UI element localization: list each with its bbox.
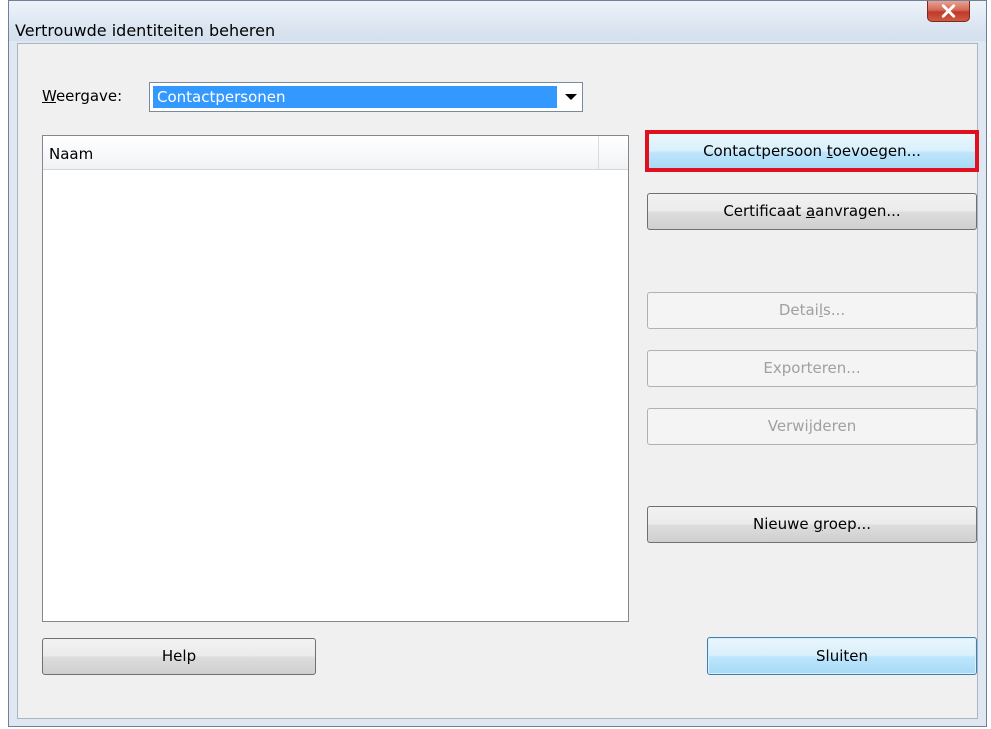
column-header-naam[interactable]: Naam: [49, 145, 93, 163]
dialog-body: Weergave: Contactpersonen Naam Contactpe…: [17, 43, 979, 719]
details-label-pre: Detai: [778, 301, 819, 319]
request-certificate-label-mnemonic: a: [805, 202, 816, 220]
request-certificate-label-pre: Certificaat: [723, 202, 806, 220]
dialog-window: Vertrouwde identiteiten beheren Weergave…: [8, 0, 987, 727]
new-group-label-pre: Nieuwe: [753, 515, 814, 533]
close-button[interactable]: Sluiten: [707, 637, 977, 675]
new-group-label-post: roep...: [822, 515, 871, 533]
export-label: Exporteren...: [763, 359, 861, 377]
view-select-value: Contactpersonen: [153, 86, 557, 108]
column-divider[interactable]: [598, 136, 599, 169]
window-title: Vertrouwde identiteiten beheren: [15, 21, 276, 40]
close-window-button[interactable]: [927, 1, 970, 22]
title-bar[interactable]: Vertrouwde identiteiten beheren: [9, 1, 986, 41]
view-dropdown-button[interactable]: [560, 83, 582, 111]
request-certificate-button[interactable]: Certificaat aanvragen...: [647, 193, 977, 230]
close-label: Sluiten: [816, 647, 868, 665]
new-group-label-mnemonic: g: [813, 515, 823, 533]
chevron-down-icon: [565, 94, 577, 100]
help-button[interactable]: Help: [42, 638, 316, 675]
view-label-text: eergave:: [55, 87, 123, 105]
view-label: Weergave:: [42, 87, 122, 105]
add-contact-label-post: oevoegen...: [832, 142, 921, 160]
delete-button[interactable]: Verwijderen: [647, 408, 977, 445]
export-button[interactable]: Exporteren...: [647, 350, 977, 387]
close-icon: [941, 4, 956, 18]
add-contact-label-pre: Contactpersoon: [703, 142, 827, 160]
delete-label: Verwijderen: [767, 417, 857, 435]
new-group-button[interactable]: Nieuwe groep...: [647, 506, 977, 543]
add-contact-button[interactable]: Contactpersoon toevoegen...: [647, 133, 977, 170]
list-header: Naam: [43, 136, 628, 170]
identities-list[interactable]: Naam: [42, 135, 629, 622]
help-label: Help: [161, 647, 197, 665]
view-select[interactable]: Contactpersonen: [149, 82, 583, 112]
details-label-post: s...: [823, 301, 846, 319]
details-button[interactable]: Details...: [647, 292, 977, 329]
view-label-mnemonic: W: [42, 87, 56, 105]
request-certificate-label-post: anvragen...: [815, 202, 901, 220]
